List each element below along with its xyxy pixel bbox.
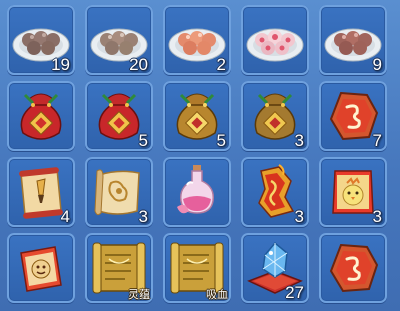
inventory-slot[interactable]: 19: [7, 5, 75, 75]
inventory-slot[interactable]: 3: [241, 157, 309, 227]
item-count: 4: [60, 207, 70, 226]
item-count: 27: [285, 283, 304, 302]
item-count: 3: [294, 131, 304, 150]
item-count: 3: [138, 207, 148, 226]
red-lucky-bag-icon: [20, 93, 62, 140]
inventory-slot[interactable]: [7, 233, 75, 303]
inventory-slot[interactable]: 5: [85, 81, 153, 151]
inventory-slot[interactable]: 3: [319, 157, 387, 227]
item-label: 灵蕴: [128, 289, 150, 301]
inventory-slot[interactable]: 27: [241, 233, 309, 303]
item-count: 20: [129, 55, 148, 74]
inventory-slot[interactable]: 5: [163, 81, 231, 151]
item-count: 3: [372, 207, 382, 226]
item-count: 5: [138, 131, 148, 150]
inventory-slot[interactable]: 20: [85, 5, 153, 75]
item-count: 9: [372, 55, 382, 74]
inventory-grid: 19 20 2 9 5 5 3 7 4 3 3 3 灵蕴 吸血 27: [7, 5, 387, 303]
inventory-slot[interactable]: [7, 81, 75, 151]
inventory-slot[interactable]: 3: [85, 157, 153, 227]
inventory-slot[interactable]: 9: [319, 5, 387, 75]
item-count: 19: [51, 55, 70, 74]
flower-dumplings-icon: [246, 28, 304, 62]
inventory-slot[interactable]: 吸血: [163, 233, 231, 303]
inventory-slot[interactable]: [241, 5, 309, 75]
item-count: 5: [216, 131, 226, 150]
red-rune-stone-icon: [329, 243, 379, 293]
item-label: 吸血: [206, 289, 228, 301]
inventory-slot[interactable]: 2: [163, 5, 231, 75]
inventory-slot[interactable]: 灵蕴: [85, 233, 153, 303]
inventory-slot[interactable]: 3: [241, 81, 309, 151]
item-count: 3: [294, 207, 304, 226]
inventory-slot[interactable]: 4: [7, 157, 75, 227]
item-count: 2: [216, 55, 226, 74]
inventory-slot[interactable]: [163, 157, 231, 227]
inventory-slot[interactable]: [319, 233, 387, 303]
inventory-slot[interactable]: 7: [319, 81, 387, 151]
potion-bottle-icon: [177, 165, 215, 214]
item-count: 7: [372, 131, 382, 150]
face-scroll-icon: [20, 246, 62, 292]
